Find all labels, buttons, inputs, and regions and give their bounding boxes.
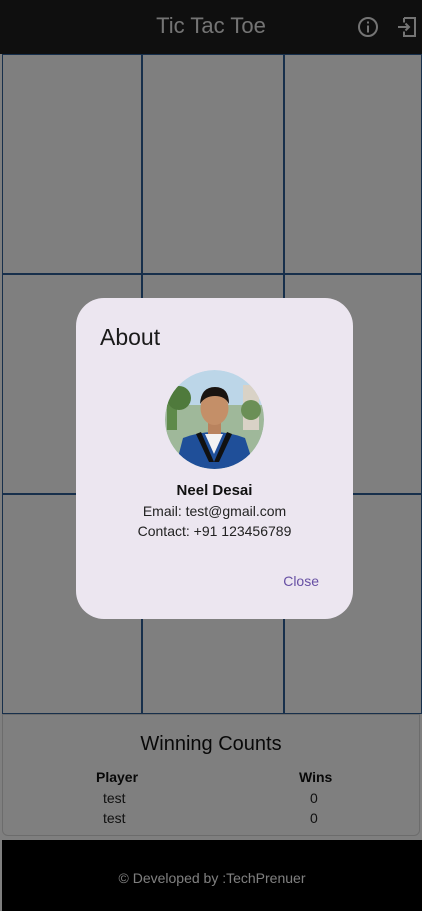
- profile-name: Neel Desai: [176, 482, 253, 499]
- avatar: [165, 370, 264, 469]
- profile-email: Email: test@gmail.com: [142, 503, 287, 519]
- close-button[interactable]: Close: [283, 573, 319, 589]
- about-dialog: About Neel Desai Email: test@gmail.com C…: [76, 298, 353, 619]
- profile-contact: Contact: +91 123456789: [137, 523, 292, 539]
- dialog-title: About: [100, 324, 161, 350]
